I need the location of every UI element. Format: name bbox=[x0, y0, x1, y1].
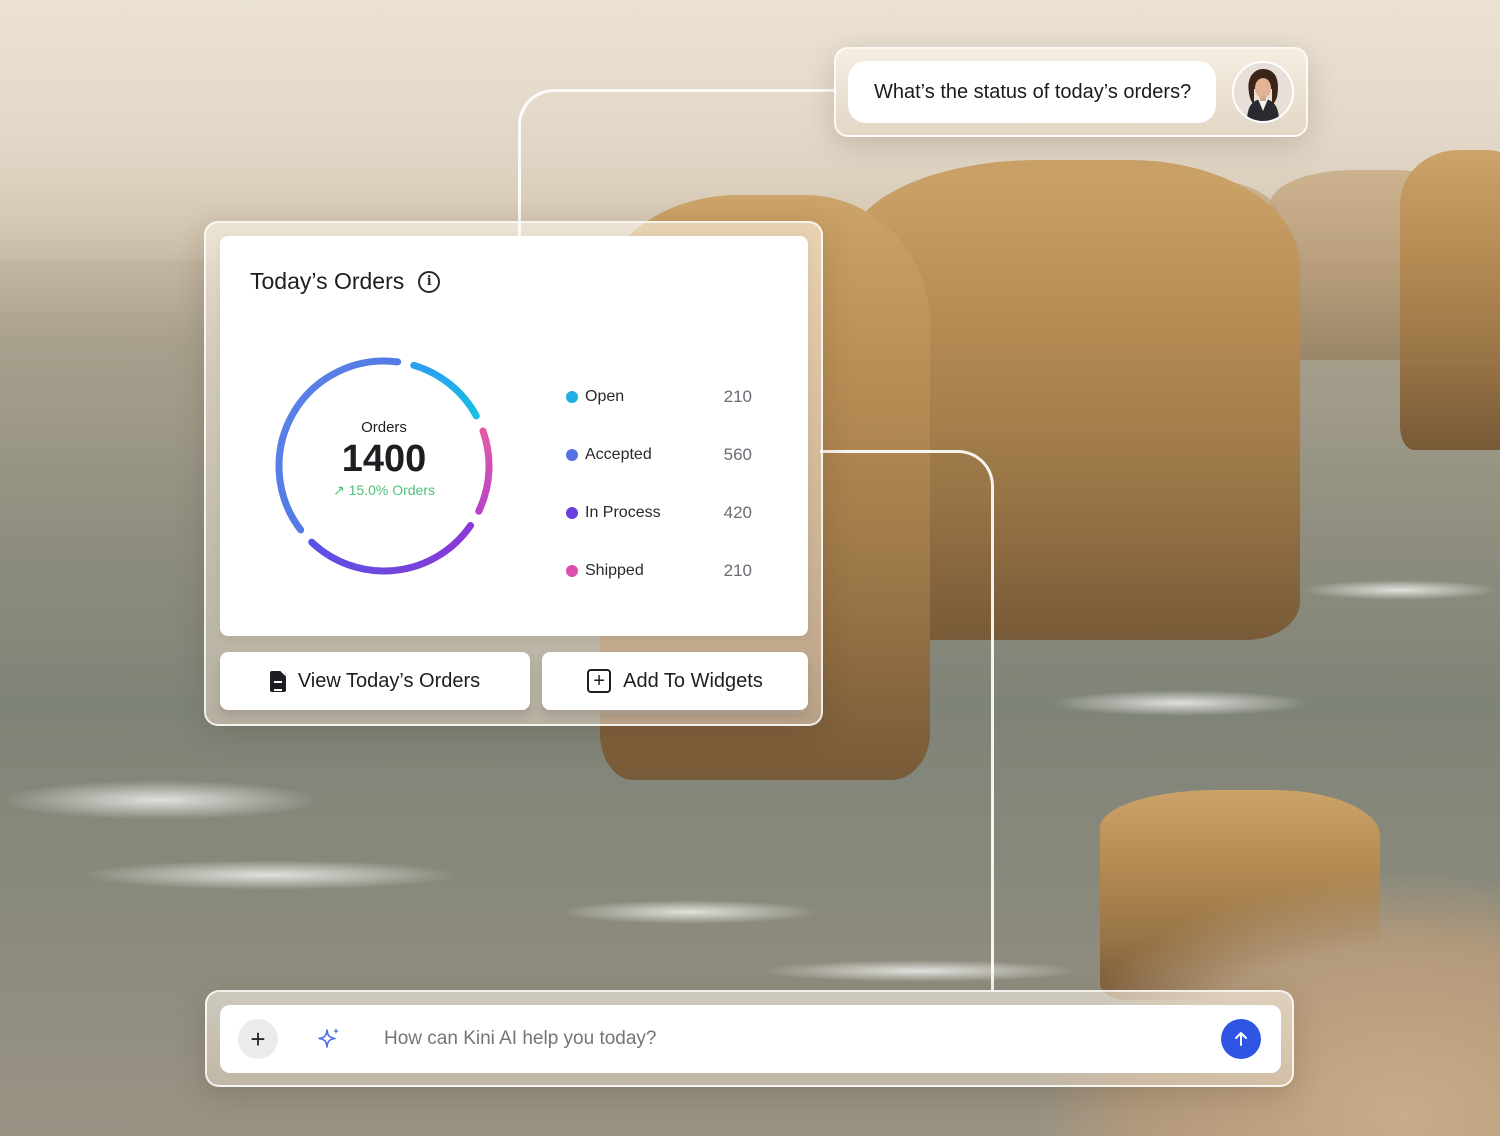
cliff-right-edge bbox=[1400, 150, 1500, 450]
wave bbox=[80, 860, 460, 890]
chat-input-bar: + bbox=[220, 1005, 1281, 1073]
card-title: Today’s Orders i bbox=[250, 268, 441, 295]
legend-dot-accepted bbox=[566, 449, 578, 461]
legend-item-shipped: Shipped 210 bbox=[566, 542, 752, 600]
legend-value: 210 bbox=[723, 387, 752, 406]
chat-input[interactable] bbox=[384, 1028, 1204, 1050]
legend-value: 420 bbox=[723, 503, 752, 522]
plus-square-icon: + bbox=[587, 669, 612, 693]
user-question-text: What’s the status of today’s orders? bbox=[874, 80, 1192, 103]
donut-total: 1400 bbox=[341, 438, 427, 480]
send-button[interactable] bbox=[1221, 1019, 1261, 1059]
view-button-label: View Today’s Orders bbox=[297, 669, 481, 692]
card-title-text: Today’s Orders bbox=[250, 268, 405, 294]
legend-value: 560 bbox=[723, 445, 752, 464]
connector-line bbox=[518, 89, 836, 237]
add-button-label: Add To Widgets bbox=[623, 669, 763, 692]
legend-item-in-process: In Process 420 bbox=[566, 484, 752, 542]
document-icon bbox=[269, 670, 286, 692]
donut-delta: ↗ 15.0% Orders bbox=[333, 482, 435, 499]
add-to-widgets-button[interactable]: + Add To Widgets bbox=[542, 652, 808, 710]
orders-legend: Open 210 Accepted 560 In Process 420 Shi… bbox=[566, 368, 752, 600]
legend-value: 210 bbox=[723, 561, 752, 580]
legend-label: Accepted bbox=[585, 446, 652, 463]
wave bbox=[560, 900, 820, 924]
legend-dot-open bbox=[566, 391, 578, 403]
donut-center: Orders 1400 ↗ 15.0% Orders bbox=[272, 354, 496, 578]
legend-label: Shipped bbox=[585, 562, 644, 579]
sparkle-icon bbox=[318, 1028, 339, 1048]
wave bbox=[1050, 690, 1310, 716]
orders-card: Today’s Orders i Orders 1400 ↗ 15.0% Ord… bbox=[220, 236, 808, 636]
legend-item-accepted: Accepted 560 bbox=[566, 426, 752, 484]
attach-plus-button[interactable]: + bbox=[238, 1019, 278, 1059]
legend-dot-shipped bbox=[566, 565, 578, 577]
wave bbox=[0, 780, 320, 820]
info-icon[interactable]: i bbox=[418, 270, 441, 293]
legend-dot-in-process bbox=[566, 507, 578, 519]
user-question-bubble: What’s the status of today’s orders? bbox=[848, 61, 1216, 123]
view-todays-orders-button[interactable]: View Today’s Orders bbox=[220, 652, 530, 710]
user-avatar bbox=[1232, 61, 1294, 123]
legend-label: Open bbox=[585, 388, 625, 405]
donut-label: Orders bbox=[361, 419, 407, 436]
wave bbox=[1300, 580, 1500, 600]
legend-label: In Process bbox=[585, 504, 661, 521]
legend-item-open: Open 210 bbox=[566, 368, 752, 426]
connector-line bbox=[820, 450, 994, 992]
arrow-up-icon bbox=[1235, 1032, 1247, 1046]
trend-up-icon: ↗ bbox=[333, 482, 345, 498]
donut-delta-text: 15.0% Orders bbox=[348, 482, 435, 498]
